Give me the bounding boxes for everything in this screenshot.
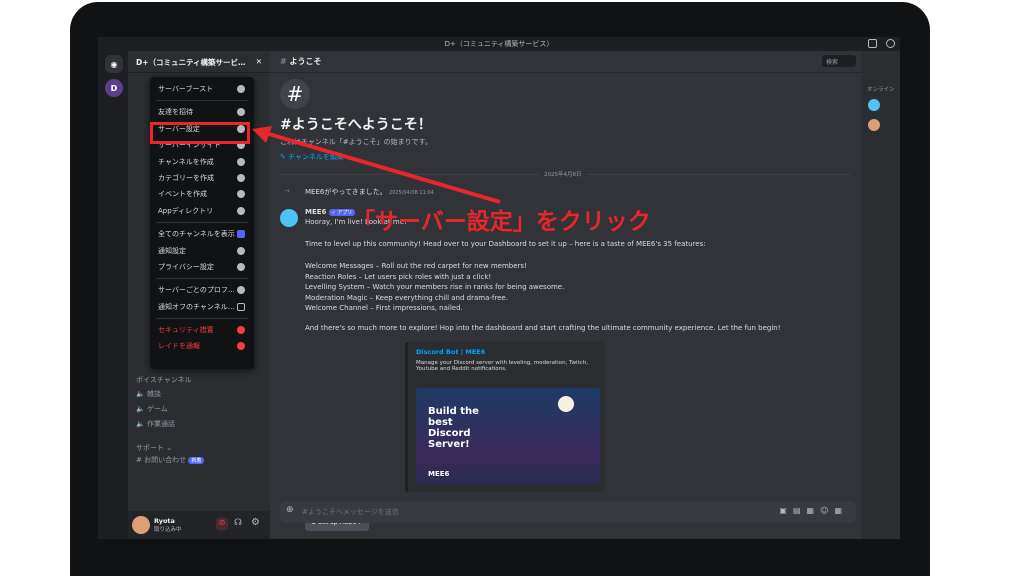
arrow-head	[252, 126, 272, 143]
annotation-text: 「サーバー設定」をクリック	[352, 209, 651, 235]
arrow-line	[261, 130, 501, 204]
annotation-arrow	[252, 126, 501, 204]
